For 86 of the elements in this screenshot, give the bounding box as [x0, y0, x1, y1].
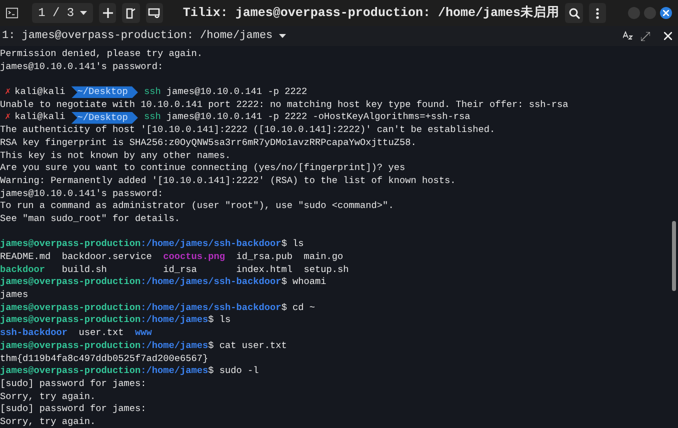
- output-line: [sudo] password for james:: [0, 403, 148, 416]
- output-line: Permission denied, please try again.: [0, 48, 204, 61]
- output-line: james@10.10.0.141's password:: [0, 60, 164, 74]
- split-right-button[interactable]: [122, 3, 140, 23]
- caret-icon: [80, 11, 88, 15]
- error-mark: ✗: [5, 111, 11, 124]
- add-button[interactable]: [99, 3, 116, 23]
- split-down-button[interactable]: [146, 3, 163, 23]
- menu-icon: [596, 8, 599, 18]
- terminal-icon[interactable]: [6, 7, 18, 19]
- command-text: whoami: [292, 276, 326, 290]
- search-button[interactable]: [565, 3, 583, 23]
- prompt-path: :/home/james: [140, 365, 208, 378]
- output-line: The authenticity of host '[10.10.0.141]:2222 ([10.10.0.141]:2222)' can't be established.: [0, 124, 496, 137]
- file-name: README.md: [0, 251, 51, 262]
- output-line: thm{d119b4fa8c497ddb0525f7ad200e6567}: [0, 352, 210, 366]
- prompt-path: :/home/james: [140, 340, 208, 352]
- error-mark: ✗: [5, 86, 11, 99]
- output-line: Are you sure you want to continue connecting (yes/no/[fingerprint])? yes: [0, 162, 406, 175]
- close-button[interactable]: [660, 7, 672, 19]
- close-icon: [663, 10, 669, 16]
- prompt-symbol: $: [208, 340, 214, 352]
- split-icon: [126, 8, 136, 18]
- prompt-directory: ~/Desktop: [71, 112, 138, 124]
- output-line: james@10.10.0.141's password:: [0, 188, 164, 200]
- prompt-symbol: $: [281, 276, 287, 290]
- plus-icon: [102, 8, 113, 18]
- file-name: build.sh: [62, 264, 107, 275]
- command-program: ssh: [144, 86, 161, 99]
- output-line: [sudo] password for james:: [0, 378, 148, 391]
- file-name: user.txt: [78, 327, 124, 338]
- prompt-user: james@overpass-production: [0, 365, 141, 378]
- prompt-user: james@overpass-production: [0, 238, 141, 251]
- command-text: cd ~: [292, 302, 316, 314]
- command-program: ssh: [144, 111, 161, 124]
- file-name: id_rsa.pub: [236, 251, 293, 262]
- prompt-user: kali@kali: [14, 111, 66, 124]
- output-line: Warning: Permanently added '[10.10.0.141]:2222' (RSA) to the list of known hosts.: [0, 174, 457, 188]
- caret-icon: [278, 34, 286, 38]
- text-size-icon[interactable]: [623, 31, 633, 41]
- command-text: ls: [292, 238, 304, 251]
- file-name: www: [135, 327, 152, 338]
- output-line: To run a command as administrator (user "root"), use "sudo <command>".: [0, 200, 395, 213]
- file-name: ssh-backdoor: [0, 327, 68, 338]
- prompt-path: :/home/james: [140, 314, 208, 328]
- output-line: Unable to negotiate with 10.10.0.141 port 2222: no matching host key type found. Their offer: ssh-rsa: [0, 98, 570, 112]
- file-name: id_rsa: [163, 264, 197, 275]
- prompt-user: james@overpass-production: [0, 314, 141, 328]
- split-icon: [148, 8, 160, 18]
- prompt-user: james@overpass-production: [0, 302, 141, 314]
- prompt-directory: ~/Desktop: [71, 86, 138, 98]
- prompt-user: kali@kali: [14, 86, 66, 99]
- expand-icon[interactable]: [641, 32, 650, 40]
- prompt-symbol: $: [208, 365, 214, 378]
- output-line: This key is not known by any other names.: [0, 150, 232, 162]
- file-name: setup.sh: [304, 264, 349, 275]
- file-name: backdoor.service: [62, 251, 152, 262]
- command-text: ls: [219, 314, 231, 328]
- command-text: cat user.txt: [219, 340, 287, 352]
- prompt-symbol: $: [281, 238, 287, 251]
- prompt-path: :/home/james/ssh-backdoor: [140, 238, 282, 251]
- menu-button[interactable]: [588, 3, 606, 23]
- prompt-path: :/home/james/ssh-backdoor: [140, 276, 282, 290]
- window-title: Tilix: james@overpass-production: /home/james未启用: [182, 4, 560, 22]
- output-line: Sorry, try again.: [0, 390, 97, 404]
- close-icon[interactable]: [664, 32, 672, 40]
- output-line: See "man sudo_root" for details.: [0, 212, 182, 226]
- prompt-user: james@overpass-production: [0, 340, 141, 352]
- file-name: index.html: [236, 264, 293, 275]
- prompt-symbol: $: [281, 302, 287, 314]
- output-line: Sorry, try again.: [0, 416, 97, 428]
- search-icon: [568, 8, 580, 18]
- prompt-symbol: $: [208, 314, 214, 328]
- file-name: main.go: [304, 251, 344, 262]
- file-name: backdoor: [0, 264, 46, 275]
- session-switcher[interactable]: 1 / 3: [32, 3, 94, 23]
- command-text: sudo -l: [219, 365, 259, 378]
- prompt-user: james@overpass-production: [0, 276, 141, 290]
- command-arguments: james@10.10.0.141 -p 2222: [166, 86, 308, 99]
- command-arguments: james@10.10.0.141 -p 2222 -oHostKeyAlgorithms=+ssh-rsa: [166, 111, 470, 124]
- file-name: cooctus.png: [163, 251, 226, 262]
- output-line: james: [0, 289, 30, 302]
- terminal-title-button[interactable]: 1: james@overpass-production: /home/james: [2, 28, 286, 44]
- output-line: RSA key fingerprint is SHA256:z0OyQNW5sa3rr6mR7yDMo1avzRRPcapaYwOxjttuZ58.: [0, 136, 418, 150]
- prompt-path: :/home/james/ssh-backdoor: [140, 302, 282, 314]
- scrollbar-thumb[interactable]: [672, 221, 676, 291]
